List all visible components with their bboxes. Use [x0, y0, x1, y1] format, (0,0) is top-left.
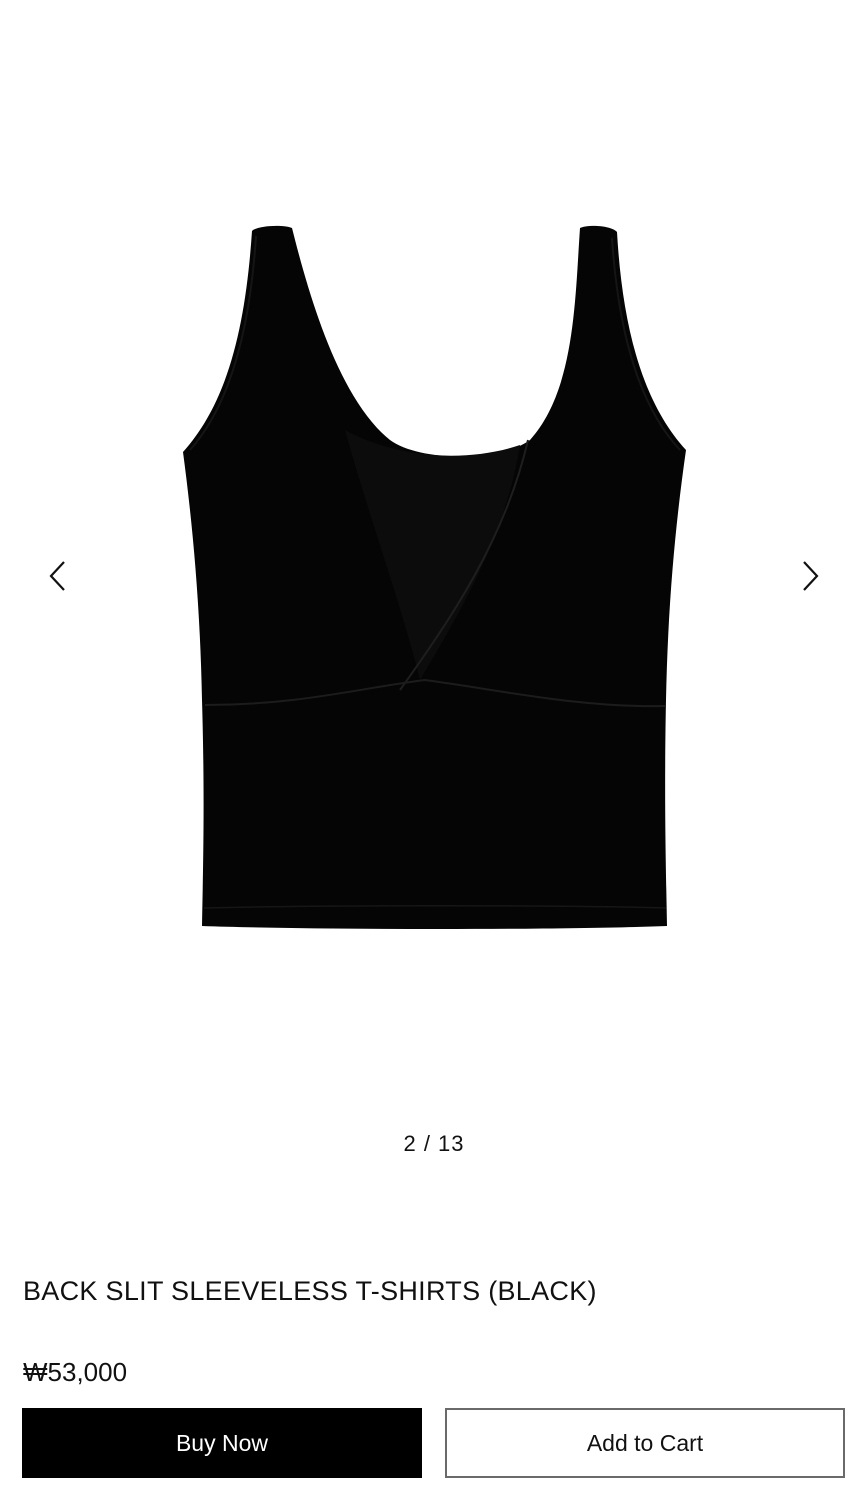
chevron-left-icon — [49, 561, 65, 591]
chevron-right-icon — [803, 561, 819, 591]
image-counter: 2 / 13 — [403, 1131, 465, 1156]
product-gallery: 2 / 13 — [0, 0, 868, 1200]
product-image — [183, 225, 686, 929]
gallery-next-button[interactable] — [790, 556, 830, 596]
buy-now-label: Buy Now — [175, 1429, 269, 1456]
product-price: ₩53,000 — [23, 1357, 128, 1387]
product-title: BACK SLIT SLEEVELESS T-SHIRTS (BLACK) — [23, 1276, 597, 1306]
add-to-cart-label: Add to Cart — [586, 1429, 704, 1456]
add-to-cart-button[interactable]: Add to Cart — [445, 1408, 845, 1478]
gallery-prev-button[interactable] — [38, 556, 78, 596]
buy-now-button[interactable]: Buy Now — [22, 1408, 422, 1478]
